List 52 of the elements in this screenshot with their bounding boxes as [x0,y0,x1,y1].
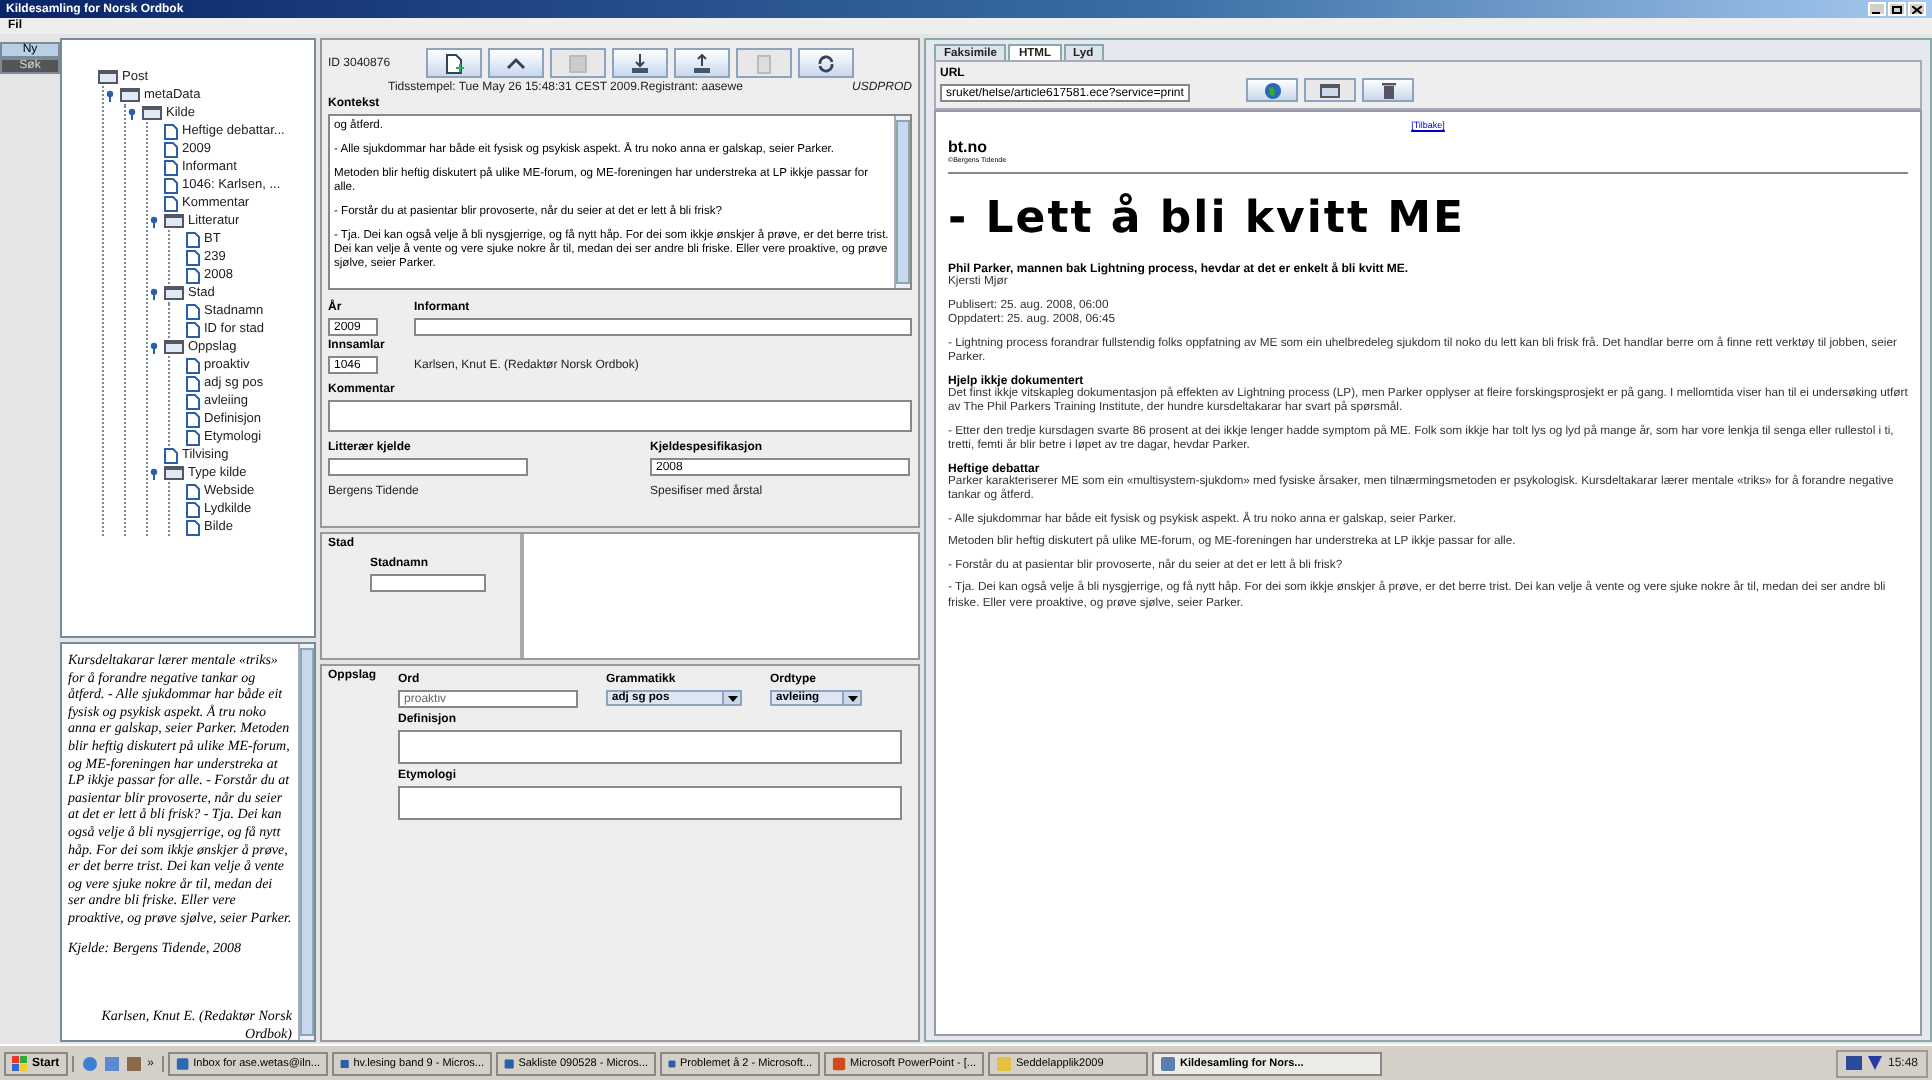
windows-logo-icon [12,1055,28,1071]
app-icon [340,1055,350,1071]
browser-icon[interactable] [81,1055,98,1071]
expand-handle-icon[interactable] [104,89,116,101]
close-button[interactable] [1908,2,1926,16]
scrollbar[interactable] [894,116,910,288]
app-icon [504,1055,515,1071]
folder-icon [996,1055,1013,1071]
scrollbar[interactable] [298,644,314,1040]
article-headline: - Lett å bli kvitt ME [948,194,1468,244]
expand-handle-icon[interactable] [148,215,160,227]
context-text-area[interactable] [328,114,912,290]
site-name: bt.no [948,138,990,156]
comment-field[interactable] [328,400,912,432]
url-toolbar-button[interactable] [1246,78,1298,102]
maximize-icon [1892,5,1902,13]
app-icon[interactable] [125,1055,142,1071]
url-toolbar-button[interactable] [1362,78,1414,102]
new-document-icon [444,53,465,73]
maximize-button[interactable] [1888,2,1906,16]
definition-field[interactable] [398,730,902,764]
toolbar-button[interactable] [674,48,731,78]
expand-handle-icon[interactable] [148,341,160,353]
minimize-button[interactable] [1868,2,1886,16]
app-icon [176,1055,190,1071]
app-icon [668,1055,676,1071]
download-icon [630,53,651,73]
network-icon[interactable] [1867,1056,1882,1070]
toolbar-button[interactable] [488,48,545,78]
caret-down-icon [727,695,738,701]
caret-down-icon [847,695,858,701]
place-name-field[interactable] [370,574,486,592]
toolbar-button[interactable] [612,48,669,78]
expand-handle-icon[interactable] [126,107,138,119]
literary-source-field[interactable] [328,458,528,476]
close-icon [1912,5,1922,13]
informant-field[interactable] [414,318,912,336]
refresh-icon [816,53,837,73]
globe-icon [1263,81,1281,99]
upload-icon [692,53,713,73]
app-icon [1160,1055,1177,1071]
toolbar-button[interactable] [426,48,483,78]
tray-icon[interactable] [1845,1056,1862,1070]
folder-icon [1320,83,1340,97]
toolbar-button[interactable] [798,48,855,78]
etymology-field[interactable] [398,786,902,820]
expand-handle-icon[interactable] [148,287,160,299]
trash-icon [1381,81,1395,99]
clipboard-icon [754,53,775,73]
app-icon [832,1055,847,1071]
caret-up-icon [506,53,527,73]
expand-handle-icon[interactable] [148,467,160,479]
